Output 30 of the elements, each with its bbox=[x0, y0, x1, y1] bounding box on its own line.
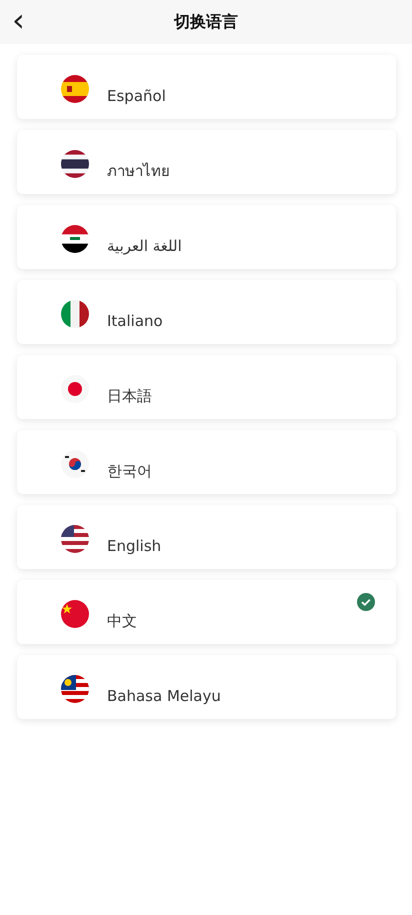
language-option[interactable]: 한국어 bbox=[17, 430, 396, 494]
flag-icon bbox=[61, 300, 89, 328]
language-label: English bbox=[107, 537, 162, 555]
flag-icon bbox=[61, 75, 89, 103]
flag-icon bbox=[61, 675, 89, 703]
language-label: 中文 bbox=[107, 612, 137, 630]
language-option[interactable]: Bahasa Melayu bbox=[17, 655, 396, 719]
language-option[interactable]: اللغة العربية bbox=[17, 205, 396, 269]
flag-icon bbox=[61, 225, 89, 253]
language-option[interactable]: Italiano bbox=[17, 280, 396, 344]
flag-icon bbox=[61, 600, 89, 628]
language-label: ภาษาไทย bbox=[107, 162, 170, 180]
flag-icon bbox=[61, 450, 89, 478]
back-button[interactable]: ‹ bbox=[8, 4, 29, 36]
language-option[interactable]: 日本語 bbox=[17, 355, 396, 419]
language-option[interactable]: Español bbox=[17, 55, 396, 119]
flag-icon bbox=[61, 150, 89, 178]
page-title: 切换语言 bbox=[174, 12, 238, 32]
language-label: Bahasa Melayu bbox=[107, 687, 221, 705]
flag-icon bbox=[61, 525, 89, 553]
flag-icon bbox=[61, 375, 89, 403]
language-label: 한국어 bbox=[107, 462, 152, 480]
language-label: 日本語 bbox=[107, 387, 152, 405]
language-option[interactable]: English bbox=[17, 505, 396, 569]
language-label: Español bbox=[107, 87, 166, 105]
language-label: اللغة العربية bbox=[107, 237, 182, 255]
checkmark-icon bbox=[357, 593, 375, 611]
language-option[interactable]: ภาษาไทย bbox=[17, 130, 396, 194]
language-label: Italiano bbox=[107, 312, 163, 330]
language-option[interactable]: 中文 bbox=[17, 580, 396, 644]
